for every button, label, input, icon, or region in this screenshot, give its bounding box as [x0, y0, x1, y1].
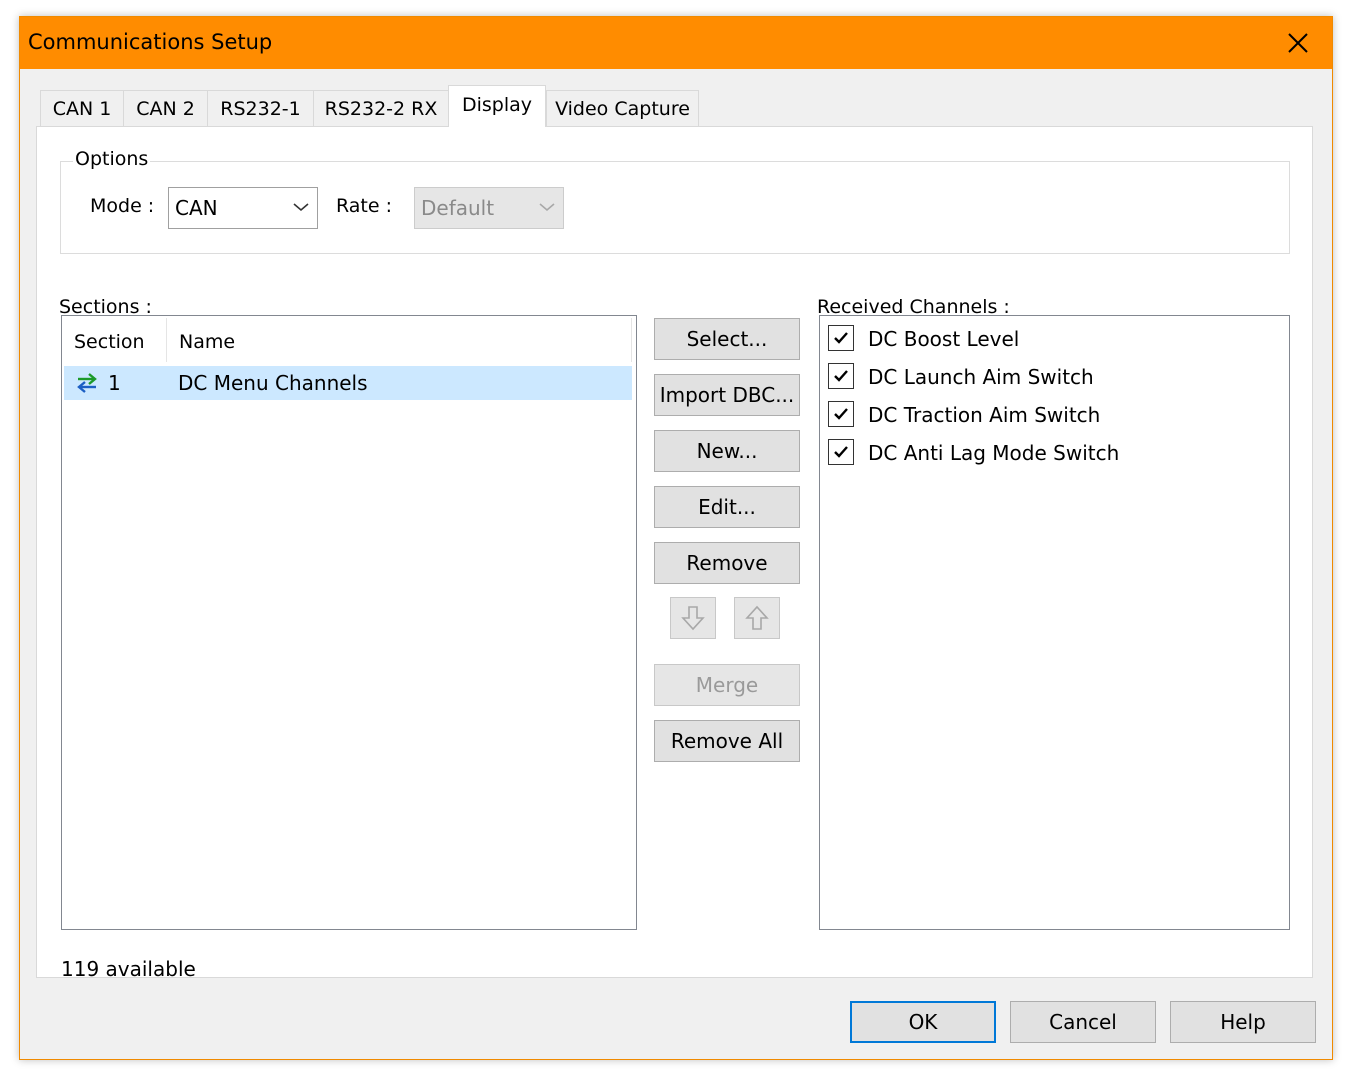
- chevron-down-icon: [293, 203, 309, 212]
- channel-checkbox[interactable]: [828, 325, 854, 351]
- tab-rs232-1[interactable]: RS232-1: [207, 90, 314, 126]
- window-title: Communications Setup: [28, 30, 273, 54]
- checkmark-icon: [834, 408, 848, 420]
- checkmark-icon: [834, 370, 848, 382]
- tab-can1[interactable]: CAN 1: [40, 90, 124, 126]
- channel-label: DC Traction Aim Switch: [868, 403, 1101, 427]
- title-bar: Communications Setup: [20, 17, 1332, 69]
- channel-checkbox[interactable]: [828, 401, 854, 427]
- move-down-button[interactable]: [670, 597, 716, 639]
- channel-label: DC Boost Level: [868, 327, 1020, 351]
- rate-select[interactable]: Default: [414, 187, 564, 229]
- mode-label: Mode :: [90, 195, 155, 217]
- channel-label: DC Anti Lag Mode Switch: [868, 441, 1120, 465]
- select-button[interactable]: Select...: [654, 318, 800, 360]
- cancel-button[interactable]: Cancel: [1010, 1001, 1156, 1043]
- options-legend: Options: [73, 148, 151, 170]
- chevron-down-icon: [539, 203, 555, 212]
- channel-label: DC Launch Aim Switch: [868, 365, 1094, 389]
- move-up-button[interactable]: [734, 597, 780, 639]
- options-group: Options Mode : CAN Rate : Default: [60, 148, 1290, 254]
- row-section-number: 1: [108, 371, 121, 395]
- arrow-down-icon: [681, 606, 705, 631]
- tab-rs232-2-rx[interactable]: RS232-2 RX: [313, 90, 449, 126]
- column-header-section[interactable]: Section: [62, 316, 166, 364]
- tab-can2[interactable]: CAN 2: [123, 90, 208, 126]
- table-row[interactable]: 1 DC Menu Channels: [64, 366, 632, 400]
- column-divider[interactable]: [631, 318, 632, 362]
- column-header-name[interactable]: Name: [167, 316, 631, 364]
- received-channels-list[interactable]: DC Boost Level DC Launch Aim Switch DC T…: [819, 315, 1290, 930]
- sections-list[interactable]: Section Name 1 DC Menu Channels: [61, 315, 637, 930]
- channel-checkbox[interactable]: [828, 439, 854, 465]
- channel-checkbox[interactable]: [828, 363, 854, 389]
- checkmark-icon: [834, 332, 848, 344]
- dialog-window: Communications Setup CAN 1 CAN 2 RS232-1…: [19, 16, 1333, 1060]
- available-count: 119 available: [61, 957, 196, 981]
- rate-label: Rate :: [336, 195, 393, 217]
- edit-button[interactable]: Edit...: [654, 486, 800, 528]
- tab-panel-display: Options Mode : CAN Rate : Default Sectio…: [36, 126, 1313, 981]
- mode-select[interactable]: CAN: [168, 187, 318, 229]
- remove-all-button[interactable]: Remove All: [654, 720, 800, 762]
- ok-button[interactable]: OK: [850, 1001, 996, 1043]
- new-button[interactable]: New...: [654, 430, 800, 472]
- sync-arrows-icon: [77, 373, 97, 393]
- arrow-up-icon: [745, 605, 769, 630]
- import-dbc-button[interactable]: Import DBC...: [654, 374, 800, 416]
- help-button[interactable]: Help: [1170, 1001, 1316, 1043]
- rate-select-value: Default: [421, 196, 495, 220]
- checkmark-icon: [834, 446, 848, 458]
- mode-select-value: CAN: [175, 196, 218, 220]
- close-button[interactable]: [1264, 17, 1332, 69]
- row-section-name: DC Menu Channels: [178, 371, 368, 395]
- sections-list-header: Section Name: [62, 316, 636, 364]
- tab-display[interactable]: Display: [448, 85, 546, 127]
- remove-button[interactable]: Remove: [654, 542, 800, 584]
- merge-button[interactable]: Merge: [654, 664, 800, 706]
- tab-video-capture[interactable]: Video Capture: [546, 90, 699, 126]
- close-icon: [1288, 33, 1308, 53]
